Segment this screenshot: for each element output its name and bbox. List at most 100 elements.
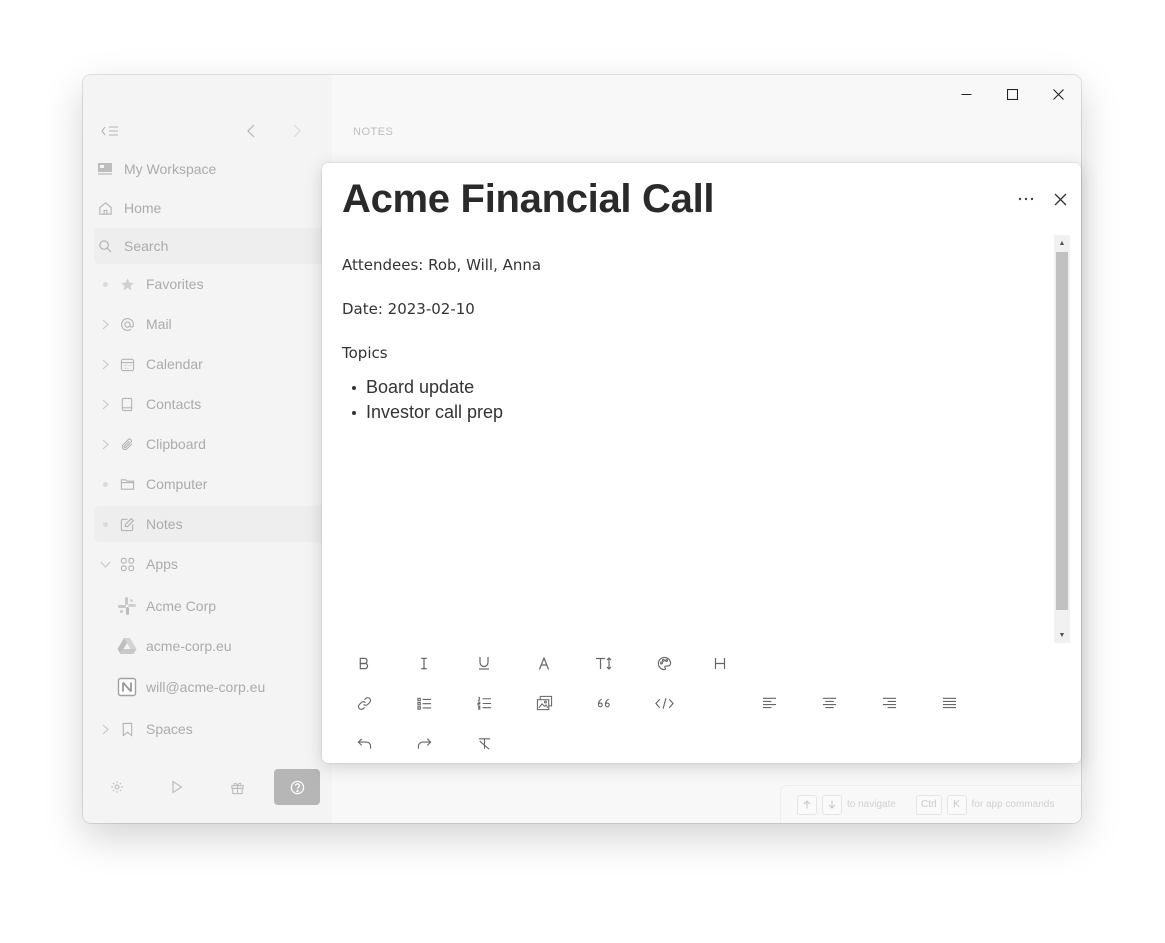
play-icon[interactable] [154, 769, 200, 805]
star-icon [116, 266, 138, 302]
sidebar-item-apps[interactable]: Apps [94, 546, 332, 582]
sidebar-item-clipboard[interactable]: Clipboard [94, 426, 332, 462]
sidebar-item-contacts[interactable]: Contacts [94, 386, 332, 422]
vertical-scrollbar[interactable]: ▲ ▼ [1054, 235, 1070, 643]
scroll-down-arrow-icon[interactable]: ▼ [1054, 627, 1070, 643]
sidebar-item-label: acme-corp.eu [146, 638, 232, 654]
google-drive-logo-icon [116, 628, 138, 664]
paperclip-icon [116, 426, 138, 462]
sidebar-app-acme-corp-eu[interactable]: acme-corp.eu [94, 628, 332, 664]
note-editor-modal: Acme Financial Call Attendees: Rob, Will… [322, 163, 1081, 763]
palette-icon[interactable] [644, 647, 684, 679]
font-color-icon[interactable] [524, 647, 564, 679]
bullet-dot-icon [94, 506, 116, 542]
close-icon[interactable] [1047, 187, 1073, 211]
note-title[interactable]: Acme Financial Call [342, 177, 715, 222]
ctrl-key: Ctrl [915, 794, 942, 815]
help-question-icon [290, 780, 305, 795]
scroll-up-arrow-icon[interactable]: ▲ [1054, 235, 1070, 251]
font-size-icon[interactable] [584, 647, 624, 679]
sidebar-footer [83, 769, 332, 807]
gift-icon[interactable] [214, 769, 260, 805]
sidebar-item-label: Apps [146, 556, 178, 572]
chevron-right-icon[interactable] [94, 426, 116, 462]
workspace-icon [94, 151, 116, 187]
sidebar-item-favorites[interactable]: Favorites [94, 266, 332, 302]
sidebar-app-acme-corp[interactable]: Acme Corp [94, 588, 332, 624]
quote-icon[interactable] [584, 687, 624, 719]
chevron-right-icon[interactable] [94, 306, 116, 342]
heading-icon[interactable] [700, 647, 740, 679]
sidebar-item-label: Spaces [146, 721, 193, 737]
sidebar-item-label: Notes [146, 516, 183, 532]
sidebar-item-label: Acme Corp [146, 598, 217, 614]
contacts-book-icon [116, 386, 138, 422]
sidebar-item-search[interactable]: Search [94, 228, 332, 264]
section-label: NOTES [353, 126, 394, 138]
sidebar-item-label: Favorites [146, 276, 204, 292]
arrow-up-key-icon [797, 794, 817, 815]
sidebar-item-mail[interactable]: Mail [94, 306, 332, 342]
sidebar-item-spaces[interactable]: Spaces [94, 711, 332, 747]
sidebar-app-notion[interactable]: will@acme-corp.eu [94, 669, 332, 705]
sidebar-item-home[interactable]: Home [94, 190, 332, 226]
chevron-down-icon[interactable] [94, 546, 116, 582]
edit-note-icon [116, 506, 138, 542]
minimize-icon[interactable] [951, 83, 981, 105]
toggle-sidebar-icon[interactable] [99, 122, 123, 140]
sidebar-item-label: Home [124, 200, 162, 216]
chevron-right-icon[interactable] [94, 711, 116, 747]
bullet-dot-icon [94, 466, 116, 502]
link-icon[interactable] [344, 687, 384, 719]
note-body[interactable]: Attendees: Rob, Will, Anna Date: 2023-02… [342, 255, 1042, 425]
align-center-icon[interactable] [809, 687, 849, 719]
insert-image-icon[interactable] [524, 687, 564, 719]
bullet-dot-icon [94, 266, 116, 302]
navigate-hint: to navigate [847, 799, 896, 810]
bold-icon[interactable] [344, 647, 384, 679]
back-arrow-icon[interactable] [239, 122, 263, 140]
redo-icon[interactable] [404, 727, 444, 759]
note-attendees: Attendees: Rob, Will, Anna [342, 256, 542, 274]
settings-gear-icon[interactable] [94, 769, 140, 805]
help-button[interactable] [274, 769, 320, 805]
search-icon [94, 228, 116, 264]
chevron-right-icon[interactable] [94, 346, 116, 382]
undo-icon[interactable] [344, 727, 384, 759]
keyboard-hint-bar: to navigate Ctrl K for app commands [780, 785, 1081, 823]
clear-formatting-icon[interactable] [464, 727, 504, 759]
home-icon [94, 190, 116, 226]
k-key: K [946, 794, 967, 815]
sidebar-item-notes[interactable]: Notes [94, 506, 332, 542]
numbered-list-icon[interactable] [464, 687, 504, 719]
calendar-icon [116, 346, 138, 382]
sidebar-item-label: Clipboard [146, 436, 206, 452]
align-right-icon[interactable] [869, 687, 909, 719]
at-sign-icon [116, 306, 138, 342]
sidebar-item-label: will@acme-corp.eu [146, 679, 266, 695]
sidebar-item-label: Computer [146, 476, 208, 492]
sidebar: My Workspace Home Search Favorites Mail … [83, 75, 332, 823]
align-left-icon[interactable] [749, 687, 789, 719]
more-options-icon[interactable] [1012, 187, 1040, 211]
sidebar-item-calendar[interactable]: Calendar [94, 346, 332, 382]
code-icon[interactable] [644, 687, 684, 719]
sidebar-item-label: Calendar [146, 356, 203, 372]
sidebar-item-label: Mail [146, 316, 172, 332]
italic-icon[interactable] [404, 647, 444, 679]
notion-logo-icon [116, 669, 138, 705]
close-window-icon[interactable] [1043, 83, 1073, 105]
folder-icon [116, 466, 138, 502]
underline-icon[interactable] [464, 647, 504, 679]
scrollbar-thumb[interactable] [1056, 252, 1068, 610]
forward-arrow-icon[interactable] [285, 122, 309, 140]
arrow-down-key-icon [822, 794, 842, 815]
list-item: Board update [342, 375, 1042, 400]
sidebar-item-my-workspace[interactable]: My Workspace [94, 151, 332, 187]
sidebar-item-computer[interactable]: Computer [94, 466, 332, 502]
bullet-list-icon[interactable] [404, 687, 444, 719]
chevron-right-icon[interactable] [94, 386, 116, 422]
align-justify-icon[interactable] [929, 687, 969, 719]
slack-logo-icon [116, 588, 138, 624]
maximize-icon[interactable] [997, 83, 1027, 105]
